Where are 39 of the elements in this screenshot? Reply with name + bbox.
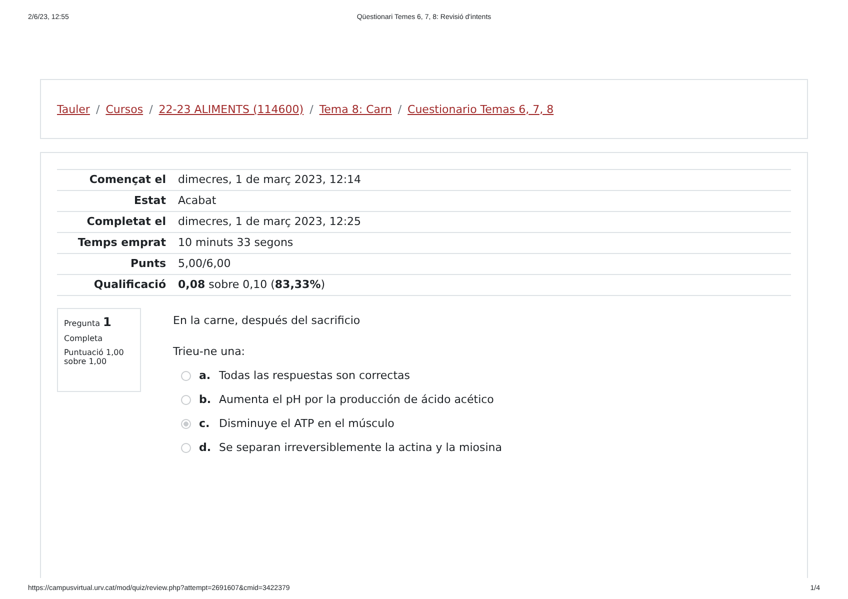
summary-value: Acabat (172, 191, 791, 212)
question-score: Puntuació 1,00 sobre 1,00 (64, 348, 125, 366)
radio-button[interactable] (181, 394, 191, 405)
summary-label: Començat el (57, 170, 172, 192)
breadcrumb-link[interactable]: Cuestionario Temas 6, 7, 8 (408, 102, 554, 116)
option-text: Aumenta el pH por la producción de ácido acético (219, 393, 494, 406)
option-text: Disminuye el ATP en el músculo (219, 417, 394, 430)
option-text: Todas las respuestas son correctas (219, 369, 410, 382)
question-label: Pregunta (64, 319, 100, 328)
summary-label: Completat el (57, 212, 172, 234)
breadcrumb-separator: / (398, 102, 402, 116)
answer-prompt: Trieu-ne una: (173, 345, 246, 358)
breadcrumb-separator: / (96, 102, 100, 116)
summary-value: dimecres, 1 de març 2023, 12:25 (172, 212, 791, 234)
breadcrumb-separator: / (149, 102, 153, 116)
option-letter: a. (199, 369, 212, 382)
summary-label: Estat (57, 191, 172, 212)
option-letter: d. (199, 441, 212, 454)
breadcrumb-link[interactable]: Tauler (57, 102, 90, 116)
radio-button[interactable] (181, 418, 191, 429)
summary-value: 10 minuts 33 segons (172, 233, 791, 254)
option-text: Se separan irreversiblemente la actina y la miosina (219, 441, 502, 454)
summary-label: Qualificació (57, 275, 172, 296)
summary-value: dimecres, 1 de març 2023, 12:14 (172, 170, 791, 192)
question-text: En la carne, después del sacrificio (173, 314, 362, 328)
question-number: 1 (102, 315, 112, 330)
radio-button[interactable] (181, 442, 191, 453)
radio-button[interactable] (181, 370, 191, 381)
question-status: Completa (64, 334, 104, 344)
breadcrumb-separator: / (310, 102, 314, 116)
option-letter: c. (199, 417, 211, 430)
option-letter: b. (199, 393, 212, 406)
breadcrumb-link[interactable]: Cursos (106, 102, 144, 116)
summary-value: 0,08 sobre 0,10 (83,33%) (172, 275, 791, 296)
breadcrumb-link[interactable]: Tema 8: Carn (319, 102, 392, 116)
summary-value: 5,00/6,00 (172, 254, 791, 276)
summary-label: Temps emprat (57, 233, 172, 254)
breadcrumb-link[interactable]: 22-23 ALIMENTS (114600) (158, 102, 304, 116)
summary-label: Punts (57, 254, 172, 276)
